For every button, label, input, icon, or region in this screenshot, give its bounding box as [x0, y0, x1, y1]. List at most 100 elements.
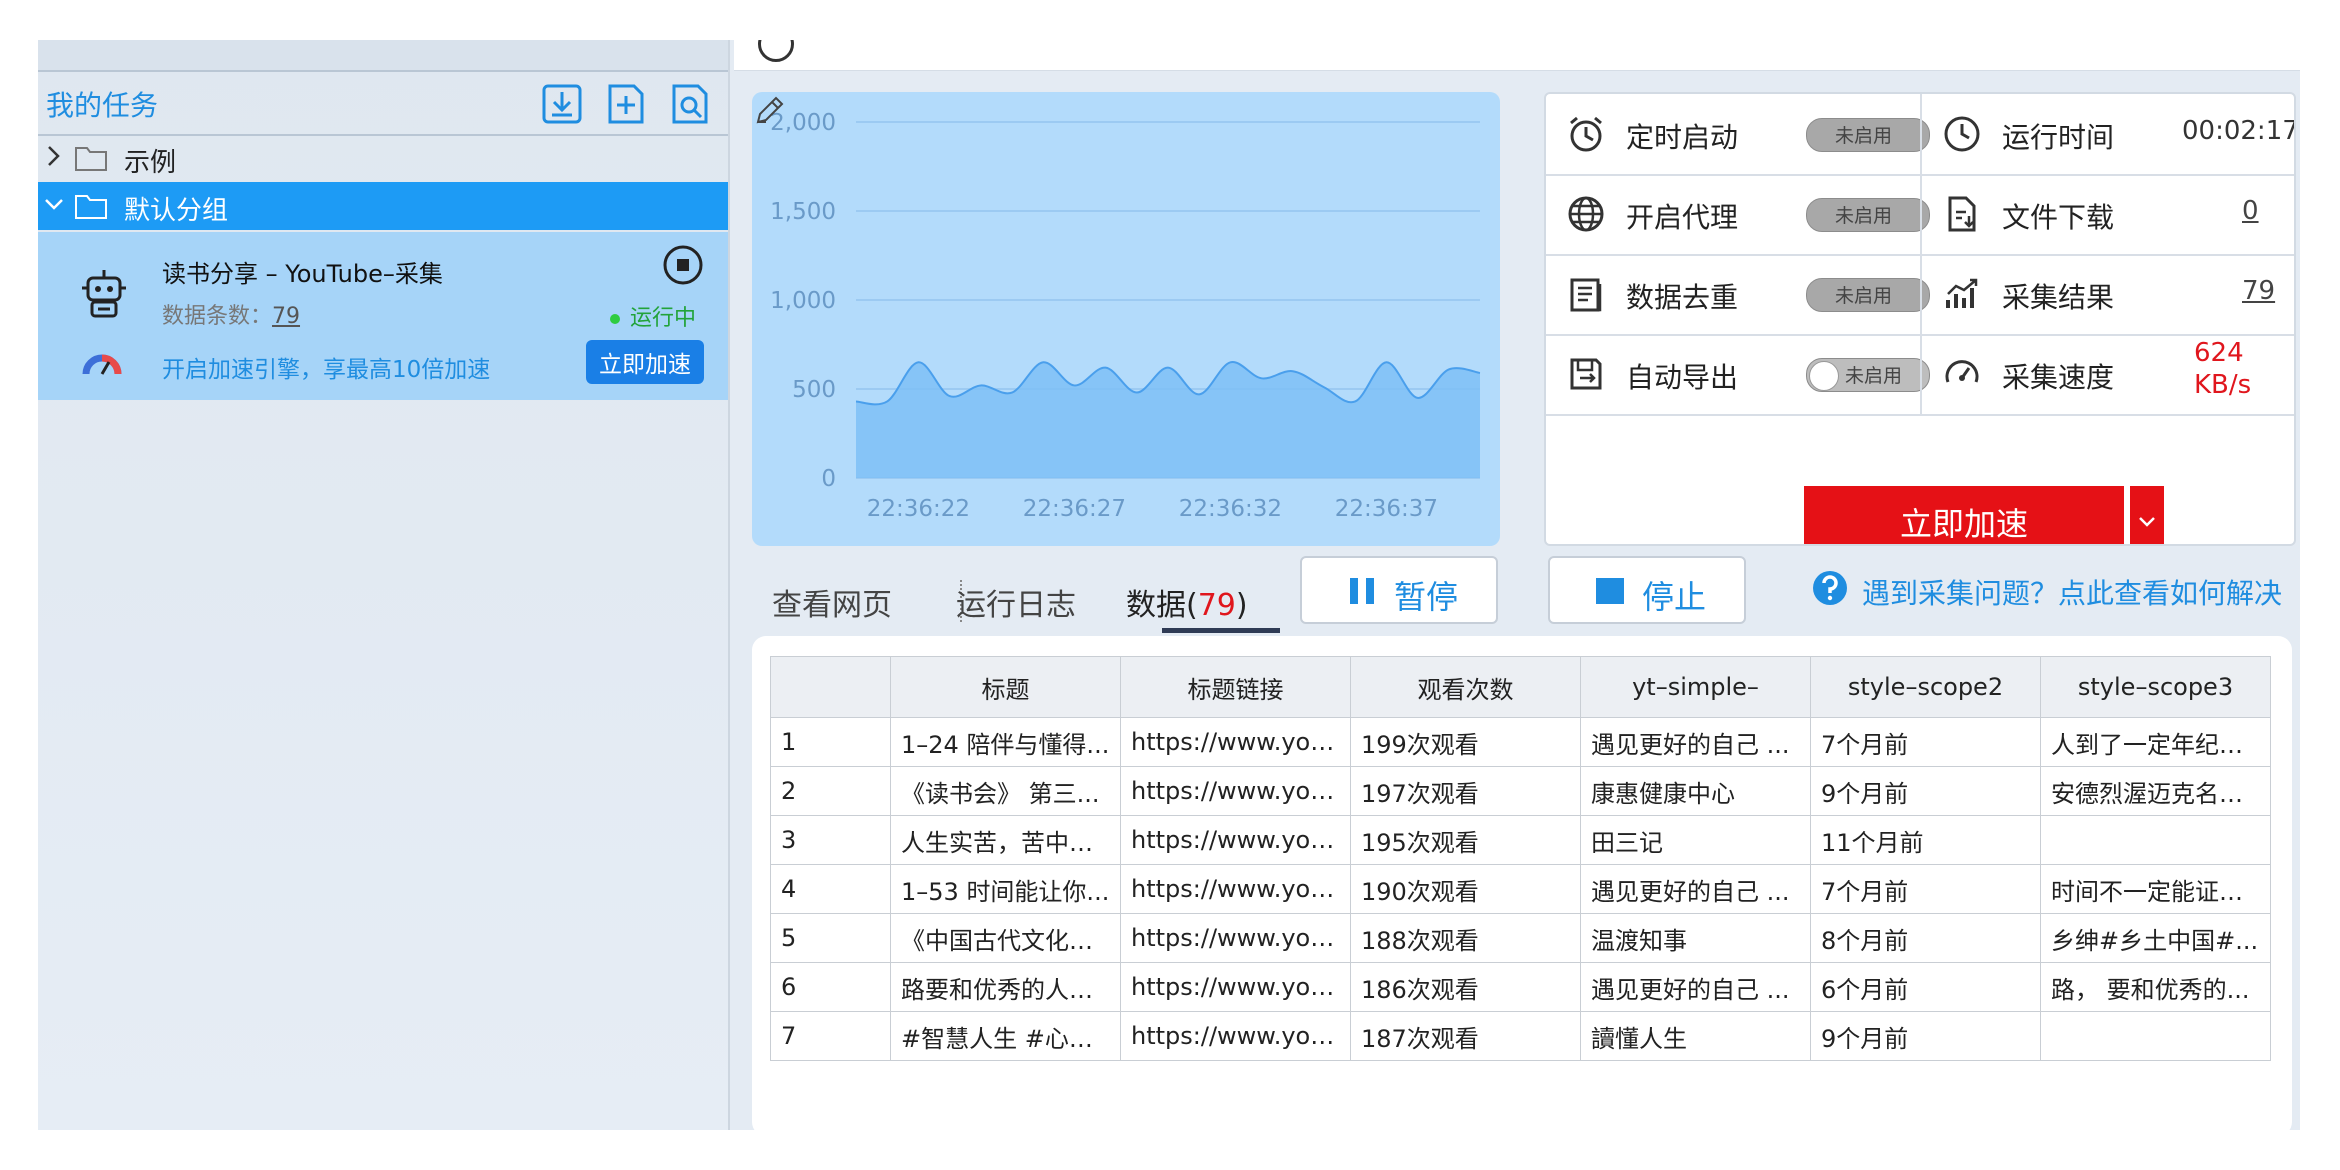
- pause-button[interactable]: 暂停: [1300, 556, 1498, 624]
- table-cell[interactable]: 4: [770, 864, 891, 914]
- table-cell[interactable]: https://www.you...: [1120, 962, 1351, 1012]
- y-tick-label: 500: [792, 377, 836, 403]
- table-cell[interactable]: 人到了一定年纪，...: [2040, 717, 2271, 767]
- table-row[interactable]: 5 《中国古代文化常... https://www.you... 188次观看 …: [770, 913, 2271, 963]
- tab-run-log[interactable]: 运行日志: [956, 580, 1076, 624]
- table-cell[interactable]: 人生实苦，苦中作...: [890, 815, 1121, 865]
- result-link[interactable]: 79: [2242, 276, 2275, 306]
- import-icon[interactable]: [540, 82, 584, 126]
- table-cell[interactable]: 187次观看: [1350, 1011, 1581, 1061]
- tree-item-example[interactable]: 示例: [38, 134, 728, 182]
- column-header[interactable]: [770, 656, 891, 718]
- table-cell[interactable]: https://www.you...: [1120, 815, 1351, 865]
- accelerate-button[interactable]: 立即加速: [1804, 486, 2124, 544]
- table-row[interactable]: 2 《读书会》 第三... https://www.you... 197次观看 …: [770, 766, 2271, 816]
- new-task-icon[interactable]: [604, 82, 648, 126]
- table-cell[interactable]: #智慧人生 #心计...: [890, 1011, 1121, 1061]
- table-cell[interactable]: 186次观看: [1350, 962, 1581, 1012]
- proxy-toggle[interactable]: 未启用: [1806, 198, 1930, 232]
- column-header[interactable]: 观看次数: [1350, 656, 1581, 718]
- table-cell[interactable]: 3: [770, 815, 891, 865]
- table-cell[interactable]: 7个月前: [1810, 864, 2041, 914]
- speed-unit: KB/s: [2194, 370, 2252, 400]
- table-cell[interactable]: 197次观看: [1350, 766, 1581, 816]
- table-cell[interactable]: 时间不一定能证明...: [2040, 864, 2271, 914]
- my-tasks-title: 我的任务: [46, 89, 159, 122]
- table-cell[interactable]: 2: [770, 766, 891, 816]
- dedupe-toggle[interactable]: 未启用: [1806, 278, 1930, 312]
- table-cell[interactable]: 遇见更好的自己 ...: [1580, 717, 1811, 767]
- table-cell[interactable]: 5: [770, 913, 891, 963]
- table-cell[interactable]: 6个月前: [1810, 962, 2041, 1012]
- column-header[interactable]: 标题链接: [1120, 656, 1351, 718]
- table-cell[interactable]: 1–53 时间能让你...: [890, 864, 1121, 914]
- tab-data-count: 79: [1197, 588, 1236, 623]
- table-cell[interactable]: 1–24 陪伴与懂得...: [890, 717, 1121, 767]
- table-cell[interactable]: 8个月前: [1810, 913, 2041, 963]
- column-header[interactable]: style–scope3: [2040, 656, 2271, 718]
- tab-data[interactable]: 数据(79): [1126, 580, 1248, 624]
- table-cell[interactable]: 路， 要和优秀的...: [2040, 962, 2271, 1012]
- table-cell[interactable]: 路要和优秀的人一...: [890, 962, 1121, 1012]
- tree-item-default-group[interactable]: 默认分组: [38, 182, 728, 230]
- stop-task-icon[interactable]: [662, 244, 704, 286]
- table-cell[interactable]: 190次观看: [1350, 864, 1581, 914]
- y-tick-label: 1,500: [770, 199, 836, 225]
- table-cell[interactable]: https://www.you...: [1120, 864, 1351, 914]
- table-cell[interactable]: 《读书会》 第三...: [890, 766, 1121, 816]
- x-tick-label: 22:36:32: [1179, 496, 1282, 522]
- table-cell[interactable]: 康惠健康中心: [1580, 766, 1811, 816]
- table-cell[interactable]: https://www.you...: [1120, 1011, 1351, 1061]
- table-cell[interactable]: 温渡知事: [1580, 913, 1811, 963]
- settings-row-auto-export: 自动导出 未启用 采集速度 624 KB/s: [1546, 334, 2294, 416]
- file-download-link[interactable]: 0: [2242, 196, 2259, 226]
- table-cell[interactable]: https://www.you...: [1120, 913, 1351, 963]
- accelerate-dropdown-button[interactable]: [2130, 486, 2164, 544]
- table-header-row: 标题 标题链接 观看次数 yt–simple– style–scope2 sty…: [770, 656, 2271, 718]
- column-header[interactable]: style–scope2: [1810, 656, 2041, 718]
- table-cell[interactable]: 田三记: [1580, 815, 1811, 865]
- table-cell[interactable]: 9个月前: [1810, 1011, 2041, 1061]
- edit-pencil-icon[interactable]: [752, 92, 788, 128]
- stop-button[interactable]: 停止: [1548, 556, 1746, 624]
- table-cell[interactable]: 195次观看: [1350, 815, 1581, 865]
- table-cell[interactable]: 安德烈渥迈克名著...: [2040, 766, 2271, 816]
- table-cell[interactable]: 遇见更好的自己 ...: [1580, 864, 1811, 914]
- table-cell[interactable]: 6: [770, 962, 891, 1012]
- y-tick-label: 0: [821, 466, 836, 492]
- table-cell[interactable]: 7: [770, 1011, 891, 1061]
- search-task-icon[interactable]: [668, 82, 712, 126]
- x-tick-label: 22:36:22: [867, 496, 970, 522]
- table-cell[interactable]: 188次观看: [1350, 913, 1581, 963]
- table-cell[interactable]: https://www.you...: [1120, 717, 1351, 767]
- table-cell[interactable]: [2040, 1011, 2271, 1061]
- table-cell[interactable]: 7个月前: [1810, 717, 2041, 767]
- data-count-link[interactable]: 79: [272, 304, 300, 329]
- table-row[interactable]: 7 #智慧人生 #心计... https://www.you... 187次观看…: [770, 1011, 2271, 1061]
- settings-row-timed-start: 定时启动 未启用 运行时间 00:02:17: [1546, 94, 2294, 176]
- table-row[interactable]: 1 1–24 陪伴与懂得... https://www.you... 199次观…: [770, 717, 2271, 767]
- task-card[interactable]: 读书分享 – YouTube–采集 数据条数：79 运行中 开启加速引擎，享最高…: [38, 232, 728, 400]
- table-cell[interactable]: 遇见更好的自己 ...: [1580, 962, 1811, 1012]
- table-cell[interactable]: 199次观看: [1350, 717, 1581, 767]
- table-row[interactable]: 3 人生实苦，苦中作... https://www.you... 195次观看 …: [770, 815, 2271, 865]
- table-cell[interactable]: 9个月前: [1810, 766, 2041, 816]
- table-cell[interactable]: 1: [770, 717, 891, 767]
- table-row[interactable]: 4 1–53 时间能让你... https://www.you... 190次观…: [770, 864, 2271, 914]
- timed-start-toggle[interactable]: 未启用: [1806, 118, 1930, 152]
- accelerate-now-button[interactable]: 立即加速: [586, 340, 704, 384]
- table-cell[interactable]: [2040, 815, 2271, 865]
- auto-export-toggle[interactable]: 未启用: [1806, 358, 1930, 392]
- table-cell[interactable]: 讀懂人生: [1580, 1011, 1811, 1061]
- column-header[interactable]: 标题: [890, 656, 1121, 718]
- table-cell[interactable]: https://www.you...: [1120, 766, 1351, 816]
- tab-view-webpage[interactable]: 查看网页: [772, 580, 892, 624]
- chevron-right-icon[interactable]: [44, 144, 64, 168]
- column-header[interactable]: yt–simple–: [1580, 656, 1811, 718]
- table-row[interactable]: 6 路要和优秀的人一... https://www.you... 186次观看 …: [770, 962, 2271, 1012]
- table-cell[interactable]: 11个月前: [1810, 815, 2041, 865]
- table-cell[interactable]: 乡绅#乡土中国#...: [2040, 913, 2271, 963]
- result-cell: 采集结果 79: [1920, 254, 2294, 334]
- chevron-down-icon[interactable]: [44, 192, 64, 216]
- table-cell[interactable]: 《中国古代文化常...: [890, 913, 1121, 963]
